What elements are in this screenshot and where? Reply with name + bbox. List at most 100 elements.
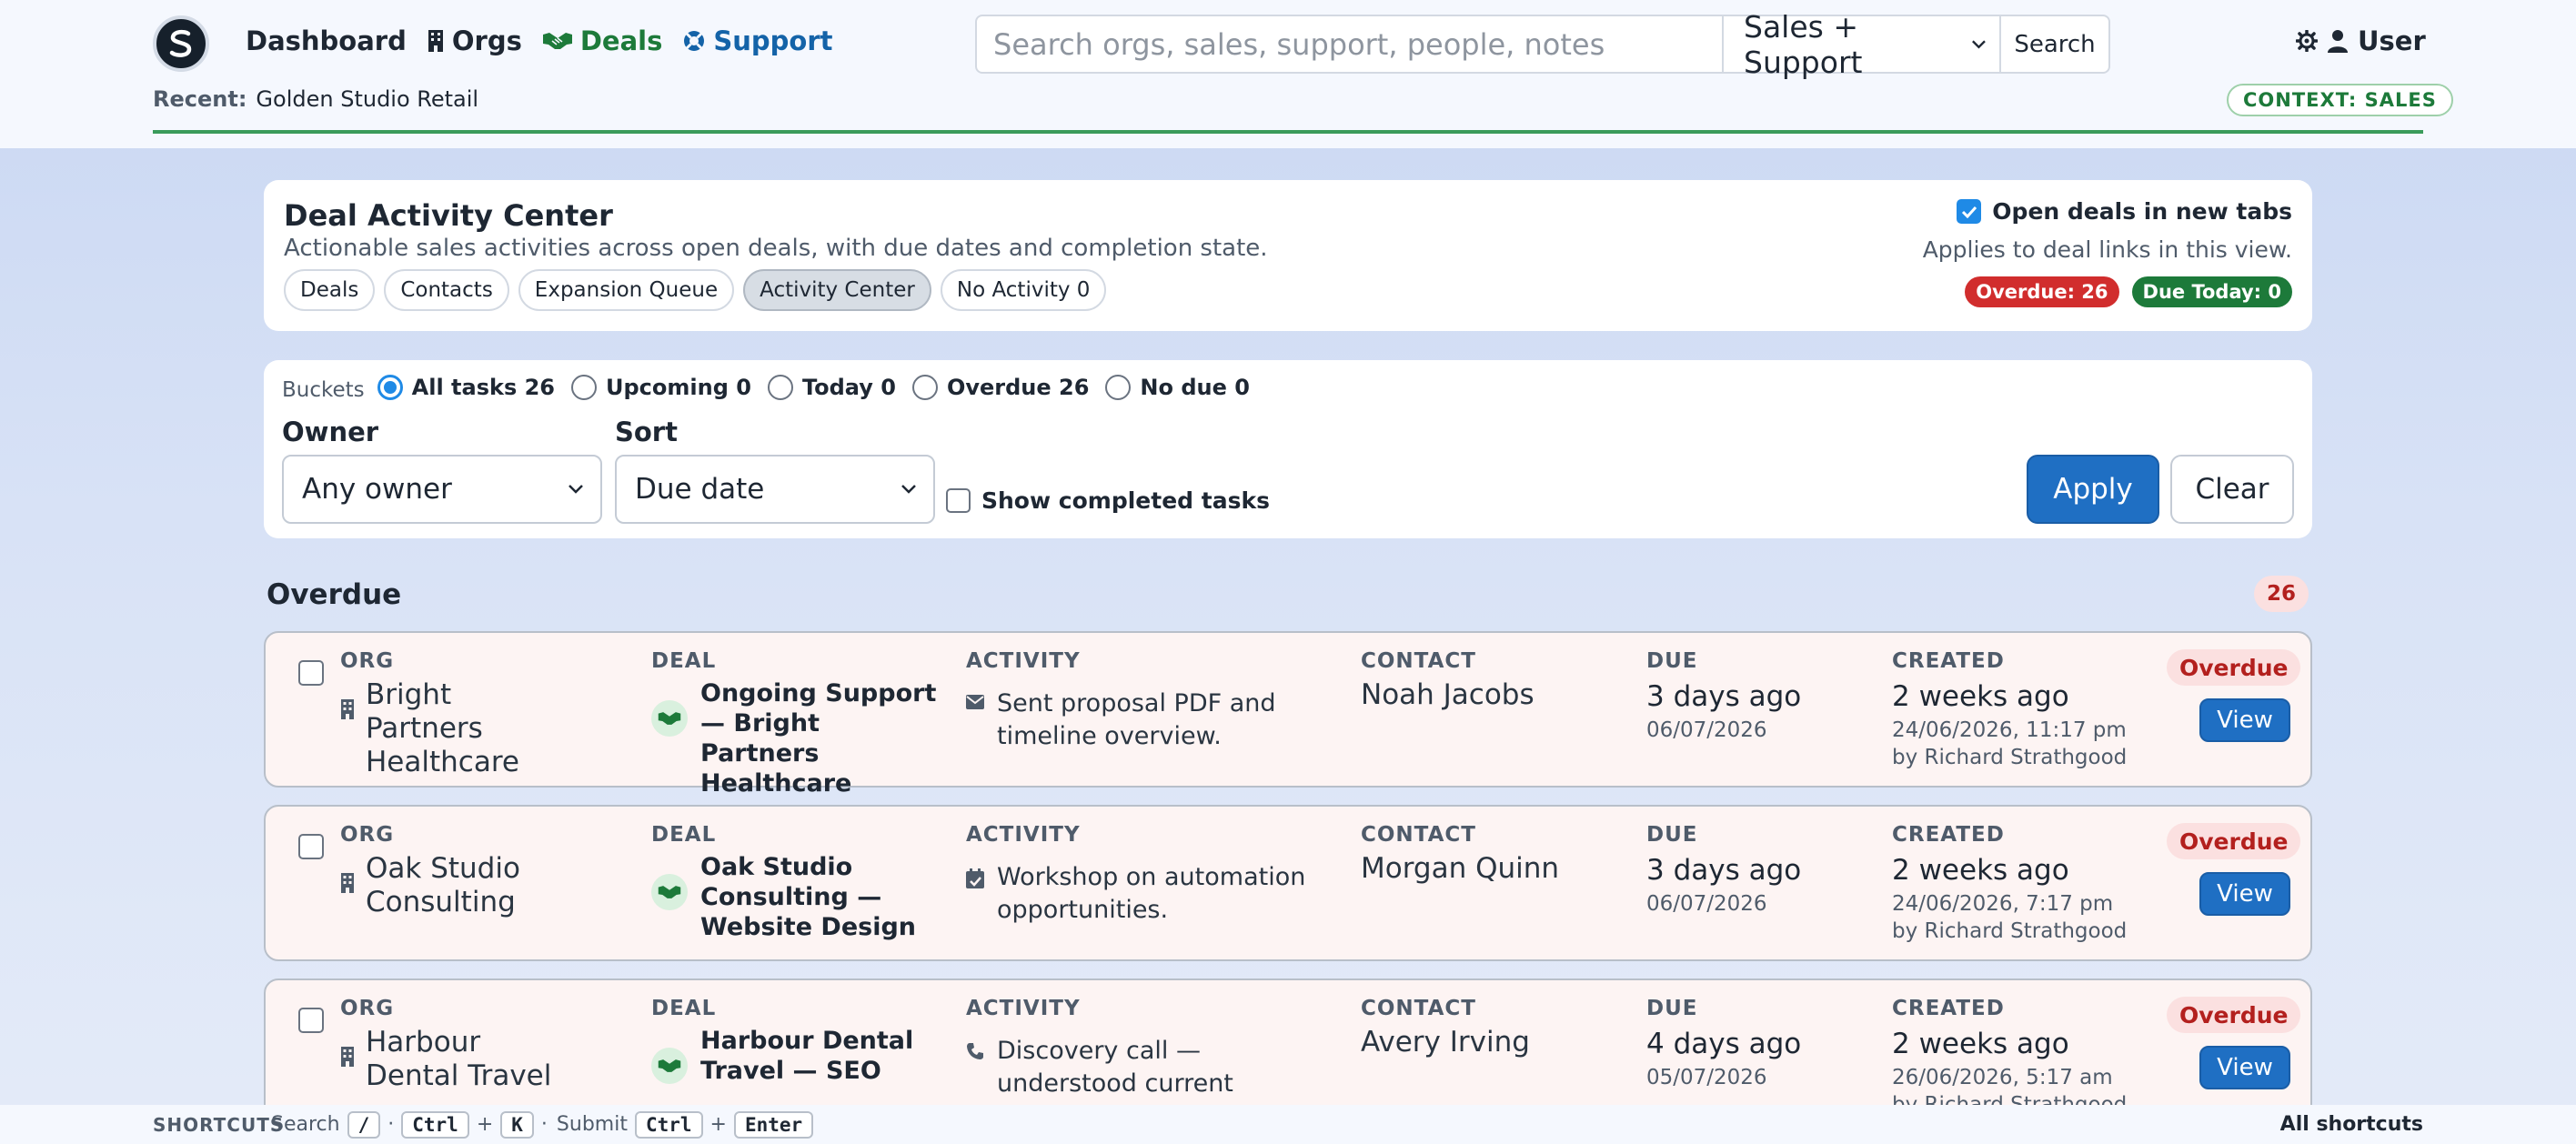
pill-activity-center[interactable]: Activity Center xyxy=(743,269,931,311)
radio-no-due-label[interactable]: No due 0 xyxy=(1140,375,1250,400)
deal-name-link[interactable]: Ongoing Support — Bright Partners Health… xyxy=(700,678,942,798)
summary-badges: Overdue: 26 Due Today: 0 xyxy=(1952,276,2292,307)
contact-column-label: CONTACT xyxy=(1361,649,1476,673)
applies-note: Applies to deal links in this view. xyxy=(1922,236,2292,263)
search-input[interactable] xyxy=(977,16,1724,72)
deal-cell[interactable]: Harbour Dental Travel — SEO xyxy=(651,1026,942,1086)
building-icon xyxy=(341,873,354,893)
deal-cell[interactable]: Oak Studio Consulting — Website Design xyxy=(651,852,942,942)
nav-deals[interactable]: Deals xyxy=(542,25,663,56)
deal-name-link[interactable]: Harbour Dental Travel — SEO xyxy=(700,1026,942,1086)
created-relative: 2 weeks ago xyxy=(1892,1028,2069,1060)
bucket-radio-group: Buckets All tasks 26 Upcoming 0 Today 0 … xyxy=(282,373,1263,402)
all-shortcuts-link[interactable]: All shortcuts xyxy=(2280,1113,2423,1136)
section-count-badge: 26 xyxy=(2254,576,2309,612)
status-badge: Overdue xyxy=(2167,823,2301,859)
global-search: Sales + Support Search xyxy=(975,9,2110,80)
row-select-checkbox[interactable] xyxy=(298,834,324,859)
shortcuts-label: SHORTCUTS xyxy=(153,1113,285,1136)
open-new-tabs-checkbox[interactable] xyxy=(1957,199,1982,224)
show-completed-checkbox[interactable] xyxy=(946,488,971,513)
logo-s-icon xyxy=(169,29,192,57)
radio-all-tasks-label[interactable]: All tasks 26 xyxy=(412,375,555,400)
search-button-label: Search xyxy=(2014,30,2096,58)
envelope-icon xyxy=(966,695,984,709)
section-title: Overdue xyxy=(267,578,402,611)
context-divider xyxy=(153,130,2423,134)
contact-name[interactable]: Avery Irving xyxy=(1361,1026,1530,1059)
recent-item-link[interactable]: Golden Studio Retail xyxy=(256,86,478,112)
sort-label: Sort xyxy=(615,416,678,447)
pill-contacts[interactable]: Contacts xyxy=(384,269,509,311)
view-button[interactable]: View xyxy=(2199,698,2290,742)
row-select-checkbox[interactable] xyxy=(298,1008,324,1033)
pill-expansion-queue[interactable]: Expansion Queue xyxy=(518,269,735,311)
org-cell[interactable]: Oak Studio Consulting xyxy=(340,852,558,919)
key-slash: / xyxy=(347,1110,381,1139)
activity-column-label: ACTIVITY xyxy=(966,649,1081,673)
status-badge: Overdue xyxy=(2167,997,2301,1033)
due-column-label: DUE xyxy=(1646,997,1698,1020)
radio-today[interactable] xyxy=(767,375,793,400)
radio-today-label[interactable]: Today 0 xyxy=(802,375,896,400)
pill-no-activity[interactable]: No Activity 0 xyxy=(940,269,1107,311)
radio-overdue-label[interactable]: Overdue 26 xyxy=(947,375,1089,400)
deal-name-link[interactable]: Oak Studio Consulting — Website Design xyxy=(700,852,942,942)
open-new-tabs-toggle[interactable]: Open deals in new tabs xyxy=(1957,198,2292,225)
deal-cell[interactable]: Ongoing Support — Bright Partners Health… xyxy=(651,678,942,798)
radio-no-due[interactable] xyxy=(1105,375,1132,400)
contact-name[interactable]: Noah Jacobs xyxy=(1361,678,1535,711)
view-pills: Deals Contacts Expansion Queue Activity … xyxy=(284,269,1115,311)
status-badge: Overdue xyxy=(2167,649,2301,686)
nav-orgs[interactable]: Orgs xyxy=(427,25,522,56)
due-today-count-badge: Due Today: 0 xyxy=(2131,276,2292,307)
building-icon xyxy=(341,699,354,719)
main-nav: Dashboard Orgs Deals Support xyxy=(246,25,853,56)
overdue-count-badge: Overdue: 26 xyxy=(1965,276,2119,307)
key-ctrl: Ctrl xyxy=(401,1110,469,1139)
created-date: 26/06/2026, 5:17 am xyxy=(1892,1066,2113,1089)
sort-select[interactable]: Due date xyxy=(615,455,935,524)
org-name: Bright Partners Healthcare xyxy=(366,678,519,778)
created-relative: 2 weeks ago xyxy=(1892,854,2069,887)
radio-upcoming[interactable] xyxy=(571,375,597,400)
contact-column-label: CONTACT xyxy=(1361,823,1476,847)
plus-sign: + xyxy=(476,1113,494,1136)
clear-button[interactable]: Clear xyxy=(2170,455,2294,524)
search-button[interactable]: Search xyxy=(2001,16,2108,72)
apply-button[interactable]: Apply xyxy=(2027,455,2159,524)
shortcuts-footer: SHORTCUTS Search / · Ctrl + K · Submit C… xyxy=(0,1105,2576,1144)
handshake-icon xyxy=(542,33,572,49)
row-select-checkbox[interactable] xyxy=(298,660,324,686)
view-button[interactable]: View xyxy=(2199,872,2290,916)
separator-dot: · xyxy=(387,1113,395,1136)
activity-text: Sent proposal PDF and timeline overview. xyxy=(997,689,1276,750)
nav-dashboard[interactable]: Dashboard xyxy=(246,25,407,56)
due-relative: 4 days ago xyxy=(1646,1028,1802,1060)
search-scope-select[interactable]: Sales + Support xyxy=(1724,9,2001,80)
handshake-icon xyxy=(651,700,688,737)
nav-support[interactable]: Support xyxy=(682,25,833,56)
user-menu[interactable]: User xyxy=(2296,25,2426,56)
due-date: 06/07/2026 xyxy=(1646,718,1767,742)
show-completed-toggle[interactable]: Show completed tasks xyxy=(946,487,1270,514)
pill-deals[interactable]: Deals xyxy=(284,269,376,311)
app-logo[interactable] xyxy=(153,15,209,72)
owner-select[interactable]: Any owner xyxy=(282,455,602,524)
chevron-down-icon xyxy=(569,485,583,494)
radio-all-tasks[interactable] xyxy=(377,375,403,400)
org-cell[interactable]: Harbour Dental Travel xyxy=(340,1026,558,1093)
org-column-label: ORG xyxy=(340,823,395,847)
open-new-tabs-label: Open deals in new tabs xyxy=(1992,198,2292,225)
radio-upcoming-label[interactable]: Upcoming 0 xyxy=(606,375,751,400)
key-k: K xyxy=(500,1110,534,1139)
nav-deals-label: Deals xyxy=(579,25,663,56)
view-button[interactable]: View xyxy=(2199,1046,2290,1089)
activity-cell: Workshop on automation opportunities. xyxy=(966,861,1330,927)
nav-orgs-label: Orgs xyxy=(451,25,522,56)
radio-overdue[interactable] xyxy=(911,375,938,400)
contact-name[interactable]: Morgan Quinn xyxy=(1361,852,1559,885)
org-cell[interactable]: Bright Partners Healthcare xyxy=(340,678,558,779)
activity-text: Workshop on automation opportunities. xyxy=(997,863,1306,924)
activity-column-label: ACTIVITY xyxy=(966,997,1081,1020)
